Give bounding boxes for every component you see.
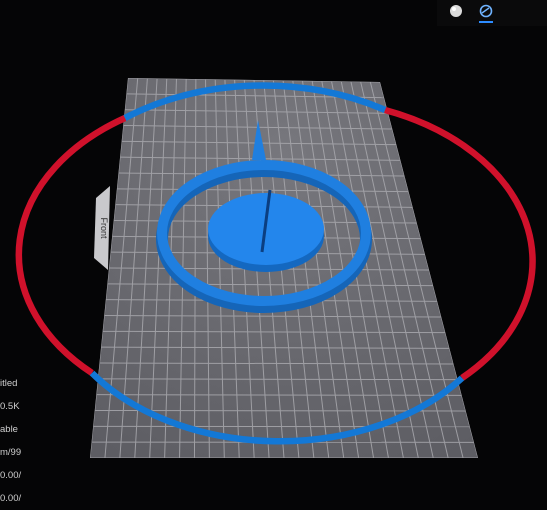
grid-line-horizontal	[96, 395, 461, 396]
active-indicator	[479, 21, 493, 23]
sphere-solid-icon	[449, 4, 463, 18]
viewport-canvas[interactable]: Front	[0, 0, 547, 500]
sphere-wireframe-icon	[479, 4, 493, 18]
info-line-status: able	[0, 418, 30, 441]
info-line-name: itled	[0, 372, 30, 395]
info-line-value-2: /0.00	[0, 487, 30, 510]
3d-viewport[interactable]: Front	[0, 0, 547, 500]
info-line-value-1: /0.00	[0, 464, 30, 487]
front-tab-label: Front	[99, 217, 109, 239]
info-line-size: 0.5K	[0, 395, 30, 418]
model-info-panel: itled 0.5K able m/99 /0.00 /0.00	[0, 372, 30, 510]
wireframe-view-button[interactable]	[475, 0, 497, 22]
solid-view-button[interactable]	[445, 0, 467, 22]
view-mode-toolbar	[437, 0, 547, 26]
info-line-material: m/99	[0, 441, 30, 464]
front-tab[interactable]: Front	[94, 186, 110, 270]
